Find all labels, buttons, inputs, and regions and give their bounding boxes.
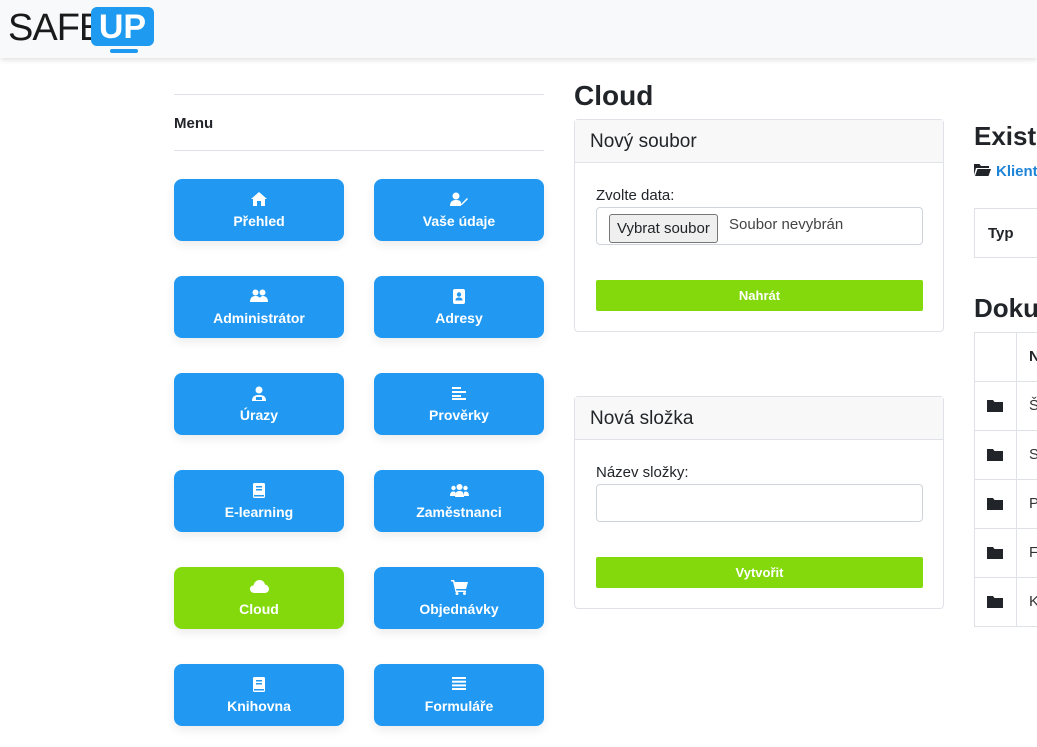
folder-icon (987, 497, 1003, 515)
documents-heading: Doku (974, 293, 1037, 323)
row-name[interactable]: P (1029, 495, 1037, 512)
table-header-typ: Typ (974, 208, 1037, 258)
page-title: Cloud (574, 80, 654, 111)
menu-tile-elearning[interactable]: E-learning (174, 470, 344, 532)
book-icon (174, 483, 344, 499)
menu-tile-label: Knihovna (227, 698, 291, 714)
align-left-icon (374, 386, 544, 402)
cloud-icon (174, 580, 344, 596)
menu-tile-label: E-learning (224, 504, 294, 520)
menu-tile-label: Objednávky (419, 601, 499, 617)
folder-name-label: Název složky: (596, 464, 689, 481)
folder-card-title: Nová složka (575, 397, 943, 440)
table-row[interactable]: S (974, 431, 1037, 480)
logo-text-up: UP (91, 7, 154, 46)
home-icon (174, 192, 344, 208)
shopping-cart-icon (374, 580, 544, 596)
menu-tile-label: Administrátor (213, 310, 305, 326)
menu-tile-administrator[interactable]: Administrátor (174, 276, 344, 338)
menu-tile-label: Zaměstnanci (416, 504, 502, 520)
menu-tile-prehled[interactable]: Přehled (174, 179, 344, 241)
menu-tile-label: Prověrky (429, 407, 489, 423)
users-icon (174, 289, 344, 305)
menu-tile-label: Adresy (435, 310, 483, 326)
table-header-row: N (974, 333, 1037, 382)
upload-button[interactable]: Nahrát (596, 280, 923, 311)
list-icon (374, 677, 544, 693)
column-divider (1016, 382, 1017, 430)
folder-icon (987, 546, 1003, 564)
column-divider (1016, 529, 1017, 577)
users-group-icon (374, 483, 544, 499)
address-book-icon (374, 289, 544, 305)
folder-icon (987, 399, 1003, 417)
column-divider (1016, 431, 1017, 479)
user-edit-icon (374, 192, 544, 208)
menu-tile-urazy[interactable]: Úrazy (174, 373, 344, 435)
column-header: N (1029, 348, 1037, 365)
no-file-text: Soubor nevybrán (729, 216, 844, 233)
table-row[interactable]: F (974, 529, 1037, 578)
menu-tile-label: Cloud (239, 601, 279, 617)
menu-title: Menu (174, 94, 544, 151)
documents-table: N Š S P F K (974, 332, 1037, 627)
menu-tile-label: Formuláře (424, 698, 494, 714)
user-injured-icon (174, 386, 344, 402)
logo-text-safe: SAFE (8, 7, 104, 49)
row-name[interactable]: F (1029, 544, 1037, 561)
row-name[interactable]: S (1029, 446, 1037, 463)
logo-underline (110, 49, 138, 53)
choose-file-button[interactable]: Vybrat soubor (609, 214, 718, 243)
column-divider (1016, 480, 1017, 528)
row-name[interactable]: Š (1029, 397, 1037, 414)
folder-open-icon (974, 163, 991, 180)
column-divider (1016, 333, 1017, 381)
column-divider (1016, 578, 1017, 626)
new-folder-card: Nová složka Název složky: Vytvořit (574, 396, 944, 609)
menu-tile-objednavky[interactable]: Objednávky (374, 567, 544, 629)
menu-tile-formulare[interactable]: Formuláře (374, 664, 544, 726)
menu-tile-proverky[interactable]: Prověrky (374, 373, 544, 435)
file-input[interactable]: Vybrat soubor Soubor nevybrán (596, 207, 923, 245)
top-navbar: SAFE UP (0, 0, 1037, 58)
book-icon (174, 677, 344, 693)
upload-card-title: Nový soubor (575, 120, 943, 163)
menu-tile-vase-udaje[interactable]: Vaše údaje (374, 179, 544, 241)
folder-icon (987, 595, 1003, 613)
menu-tile-label: Vaše údaje (422, 213, 496, 229)
table-row[interactable]: Š (974, 382, 1037, 431)
table-row[interactable]: K (974, 578, 1037, 627)
create-folder-button[interactable]: Vytvořit (596, 557, 923, 588)
menu-tile-knihovna[interactable]: Knihovna (174, 664, 344, 726)
menu-tile-zamestnanci[interactable]: Zaměstnanci (374, 470, 544, 532)
existing-heading: Existu (974, 121, 1037, 151)
folder-name-input[interactable] (596, 484, 923, 522)
menu-tile-adresy[interactable]: Adresy (374, 276, 544, 338)
folder-icon (987, 448, 1003, 466)
breadcrumb-item[interactable]: Klient (996, 163, 1037, 180)
table-row[interactable]: P (974, 480, 1037, 529)
row-name[interactable]: K (1029, 593, 1037, 610)
breadcrumb[interactable]: Klient (974, 163, 1037, 180)
menu-tile-label: Úrazy (239, 407, 279, 423)
upload-field-label: Zvolte data: (596, 187, 675, 204)
upload-file-card: Nový soubor Zvolte data: Vybrat soubor S… (574, 119, 944, 332)
menu-tile-label: Přehled (233, 213, 285, 229)
menu-tile-cloud[interactable]: Cloud (174, 567, 344, 629)
